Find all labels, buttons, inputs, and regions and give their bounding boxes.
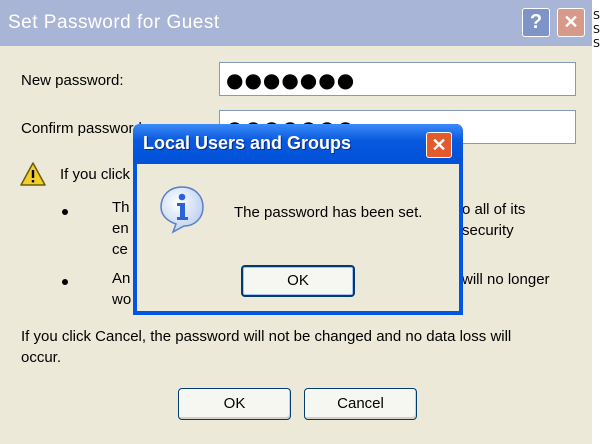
- message-ok-button[interactable]: OK: [241, 265, 355, 297]
- bullet2-right-line1: will no longer: [462, 271, 550, 288]
- message-box: Local Users and Groups ✕ The password ha…: [133, 124, 463, 315]
- info-icon: [160, 186, 204, 234]
- background-window-edge: S S S: [592, 0, 600, 444]
- message-body: The password has been set. OK: [137, 164, 459, 311]
- message-close-button[interactable]: ✕: [426, 132, 452, 158]
- outer-title-bar[interactable]: Set Password for Guest ? ✕: [0, 0, 594, 46]
- edge-char-3: S: [593, 37, 600, 50]
- bullet1-right-line2: security: [462, 222, 514, 239]
- bullet1-line2: en: [112, 220, 129, 237]
- outer-close-button[interactable]: ✕: [557, 8, 585, 37]
- ok-button[interactable]: OK: [178, 388, 291, 420]
- edge-char-2: S: [593, 23, 600, 36]
- bullet-1: [62, 209, 68, 215]
- warning-icon: [20, 162, 46, 186]
- bullet2-line1: An: [112, 270, 131, 287]
- message-title: Local Users and Groups: [143, 133, 352, 153]
- new-password-label: New password:: [21, 72, 124, 89]
- warning-intro-text: If you click: [60, 166, 131, 183]
- bullet2-line2: wo: [112, 291, 132, 308]
- help-button[interactable]: ?: [522, 8, 550, 37]
- new-password-field[interactable]: ●●●●●●●: [219, 62, 576, 96]
- edge-char-1: S: [593, 9, 600, 22]
- cancel-note-line2: occur.: [21, 349, 62, 366]
- new-password-value: ●●●●●●●: [226, 68, 356, 92]
- bullet1-right-line1: o all of its: [462, 201, 526, 218]
- confirm-password-label: Confirm password:: [21, 120, 147, 137]
- bullet1-line1: Th: [112, 199, 130, 216]
- bullet-2: [62, 279, 68, 285]
- message-text: The password has been set.: [234, 204, 423, 221]
- message-title-bar[interactable]: Local Users and Groups ✕: [133, 124, 463, 164]
- bullet1-line3: ce: [112, 241, 128, 258]
- cancel-note-line1: If you click Cancel, the password will n…: [21, 328, 512, 345]
- cancel-button[interactable]: Cancel: [304, 388, 417, 420]
- outer-title: Set Password for Guest: [8, 12, 220, 33]
